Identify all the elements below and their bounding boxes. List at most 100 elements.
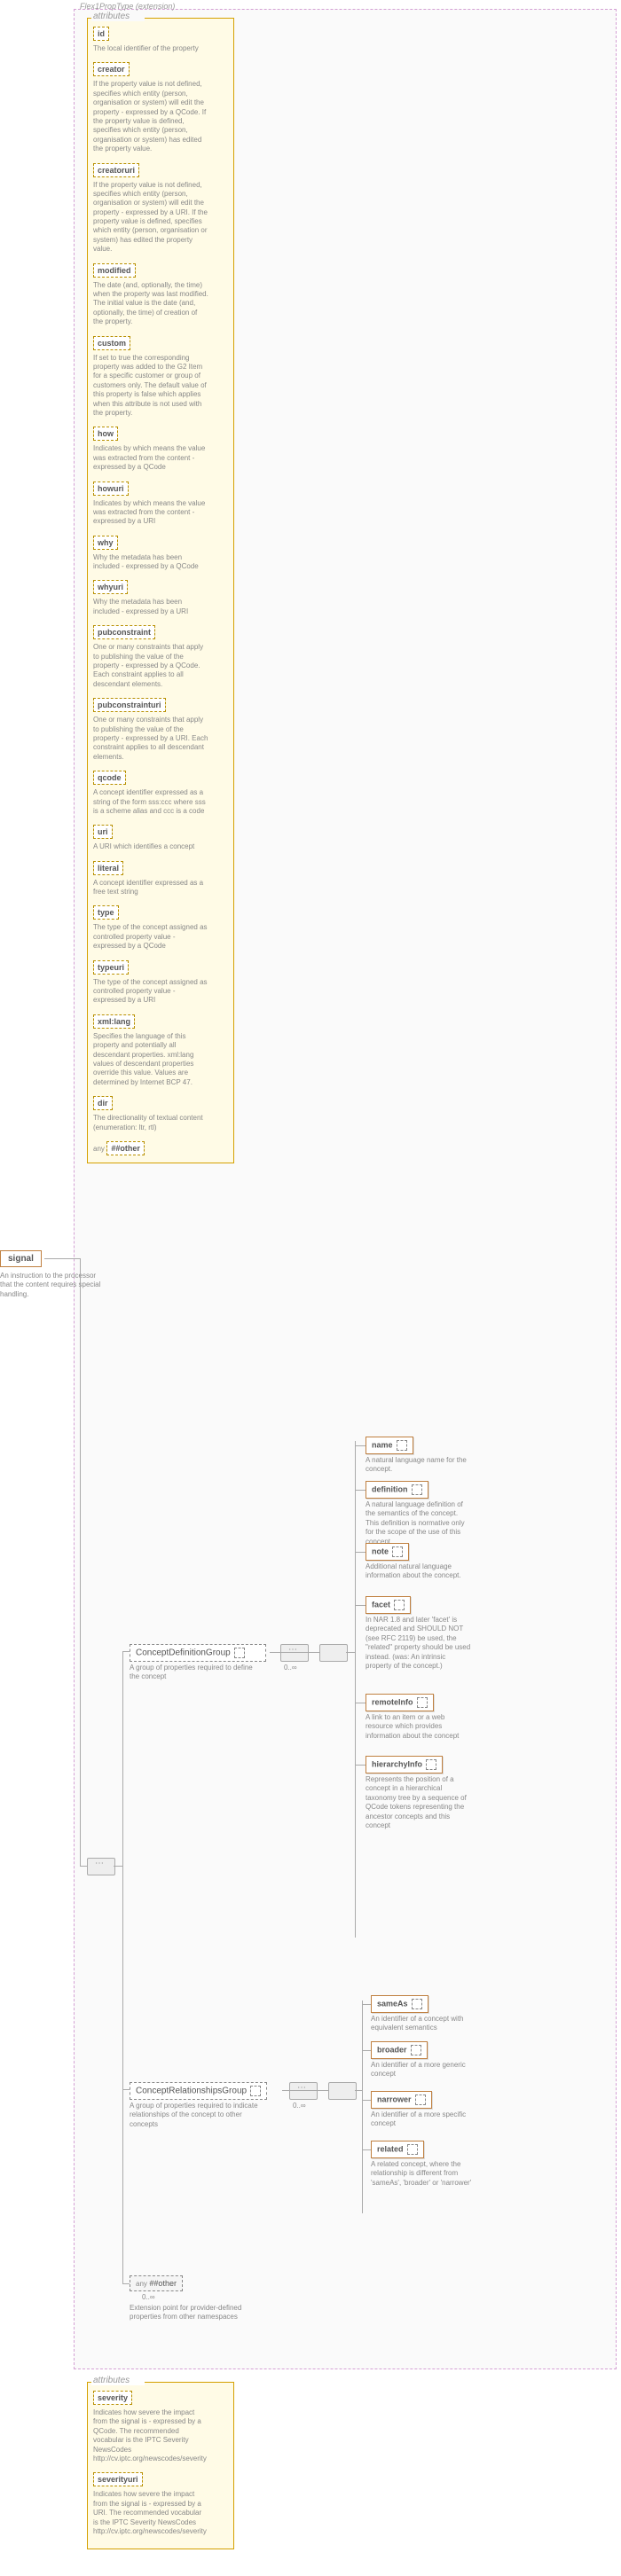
expand-icon[interactable] xyxy=(426,1759,436,1770)
connector xyxy=(355,1552,366,1553)
expand-icon[interactable] xyxy=(407,2144,418,2155)
attribute-uri: uri xyxy=(93,825,113,839)
child-desc: A related concept, where the relationshi… xyxy=(371,2160,477,2188)
child-desc: A natural language definition of the sem… xyxy=(366,1500,472,1546)
attribute-modified: modified xyxy=(93,263,136,278)
any-attribute: ##other xyxy=(106,1141,145,1155)
occurrence: 0..∞ xyxy=(142,2293,155,2301)
connector xyxy=(355,1445,366,1446)
connector xyxy=(355,1605,366,1606)
expand-icon[interactable] xyxy=(412,1484,422,1495)
connector xyxy=(282,2090,328,2091)
attribute-creatoruri: creatoruri xyxy=(93,163,139,177)
connector xyxy=(122,2283,130,2284)
child-definition[interactable]: definition xyxy=(366,1481,428,1499)
attribute-whyuri: whyuri xyxy=(93,580,128,594)
expand-icon[interactable] xyxy=(392,1546,403,1557)
signal-element[interactable]: signal xyxy=(0,1250,42,1267)
child-name[interactable]: name xyxy=(366,1437,413,1454)
extension-label: Flex1PropType (extension) xyxy=(80,2,175,11)
attribute-desc: One or many constraints that apply to pu… xyxy=(93,643,208,689)
child-related[interactable]: related xyxy=(371,2141,424,2158)
connector xyxy=(355,1490,366,1491)
child-hierarchyInfo[interactable]: hierarchyInfo xyxy=(366,1756,443,1773)
child-facet[interactable]: facet xyxy=(366,1596,411,1614)
attribute-desc: The date (and, optionally, the time) whe… xyxy=(93,281,208,327)
expand-icon[interactable] xyxy=(415,2094,426,2105)
child-desc: A natural language name for the concept. xyxy=(366,1456,472,1475)
attribute-howuri: howuri xyxy=(93,482,129,496)
occurrence: 0..∞ xyxy=(293,2102,306,2110)
connector xyxy=(44,1258,80,1259)
attribute-desc: If the property value is not defined, sp… xyxy=(93,80,208,153)
sequence-indicator xyxy=(280,1644,309,1662)
connector xyxy=(362,2149,371,2150)
any-element[interactable]: any ##other xyxy=(130,2275,183,2291)
attribute-desc: The directionality of textual content (e… xyxy=(93,1114,208,1132)
attribute-desc: Specifies the language of this property … xyxy=(93,1032,208,1087)
group2-desc: A group of properties required to indica… xyxy=(130,2102,271,2129)
sequence-indicator xyxy=(87,1858,115,1875)
attribute-severity: severity xyxy=(93,2391,132,2405)
connector xyxy=(114,1866,122,1867)
child-broader[interactable]: broader xyxy=(371,2041,428,2059)
expand-icon[interactable] xyxy=(411,2045,421,2055)
concept-definition-group[interactable]: ConceptDefinitionGroup xyxy=(130,1644,266,1662)
attribute-qcode: qcode xyxy=(93,771,126,785)
child-desc: A link to an item or a web resource whic… xyxy=(366,1713,472,1741)
attribute-typeuri: typeuri xyxy=(93,960,129,975)
child-sameAs[interactable]: sameAs xyxy=(371,1995,428,2013)
attribute-desc: Indicates by which means the value was e… xyxy=(93,499,208,527)
concept-relationships-group[interactable]: ConceptRelationshipsGroup xyxy=(130,2082,267,2100)
sequence-indicator xyxy=(289,2082,318,2100)
attribute-type: type xyxy=(93,905,119,920)
connector xyxy=(122,1651,123,2283)
attribute-why: why xyxy=(93,536,118,550)
occurrence: 0..∞ xyxy=(284,1664,297,1672)
expand-icon[interactable] xyxy=(397,1440,407,1451)
attribute-desc: Indicates how severe the impact from the… xyxy=(93,2408,208,2463)
attributes-box-1: attributes idThe local identifier of the… xyxy=(87,18,234,1163)
connector xyxy=(80,1258,81,1866)
child-narrower[interactable]: narrower xyxy=(371,2091,432,2109)
connector xyxy=(355,2090,362,2091)
expand-icon[interactable] xyxy=(250,2086,261,2096)
attributes-title: attributes xyxy=(91,2376,145,2385)
attribute-desc: Indicates by which means the value was e… xyxy=(93,444,208,472)
expand-icon[interactable] xyxy=(394,1600,405,1610)
child-desc: An identifier of a more generic concept xyxy=(371,2061,477,2079)
child-desc: An identifier of a more specific concept xyxy=(371,2110,477,2129)
attribute-desc: A concept identifier expressed as a stri… xyxy=(93,788,208,816)
connector xyxy=(122,1651,130,1652)
expand-icon[interactable] xyxy=(234,1648,245,1658)
child-desc: Additional natural language information … xyxy=(366,1562,472,1581)
attribute-desc: Why the metadata has been included - exp… xyxy=(93,598,208,616)
choice-indicator xyxy=(328,2082,357,2100)
attribute-desc: A concept identifier expressed as a free… xyxy=(93,879,208,897)
attribute-id: id xyxy=(93,27,109,41)
attribute-desc: One or many constraints that apply to pu… xyxy=(93,716,208,762)
connector xyxy=(362,2100,371,2101)
attribute-literal: literal xyxy=(93,861,123,875)
attribute-desc: Indicates how severe the impact from the… xyxy=(93,2490,208,2536)
attribute-desc: The type of the concept assigned as cont… xyxy=(93,978,208,1006)
connector xyxy=(80,1866,87,1867)
connector xyxy=(346,1652,355,1653)
attribute-desc: If set to true the corresponding propert… xyxy=(93,354,208,419)
expand-icon[interactable] xyxy=(417,1697,428,1708)
expand-icon[interactable] xyxy=(412,1999,422,2009)
child-note[interactable]: note xyxy=(366,1543,409,1561)
signal-desc: An instruction to the processor that the… xyxy=(0,1272,106,1299)
attribute-pubconstraint: pubconstraint xyxy=(93,625,155,639)
choice-indicator xyxy=(319,1644,348,1662)
child-desc: Represents the position of a concept in … xyxy=(366,1775,472,1830)
attribute-xml-lang: xml:lang xyxy=(93,1014,135,1029)
attribute-how: how xyxy=(93,427,118,441)
connector xyxy=(362,2050,371,2051)
connector xyxy=(355,1765,366,1766)
attribute-severityuri: severityuri xyxy=(93,2472,143,2486)
child-remoteInfo[interactable]: remoteInfo xyxy=(366,1694,434,1711)
attribute-desc: The local identifier of the property xyxy=(93,44,208,53)
attribute-desc: Why the metadata has been included - exp… xyxy=(93,553,208,572)
connector xyxy=(122,2089,130,2090)
